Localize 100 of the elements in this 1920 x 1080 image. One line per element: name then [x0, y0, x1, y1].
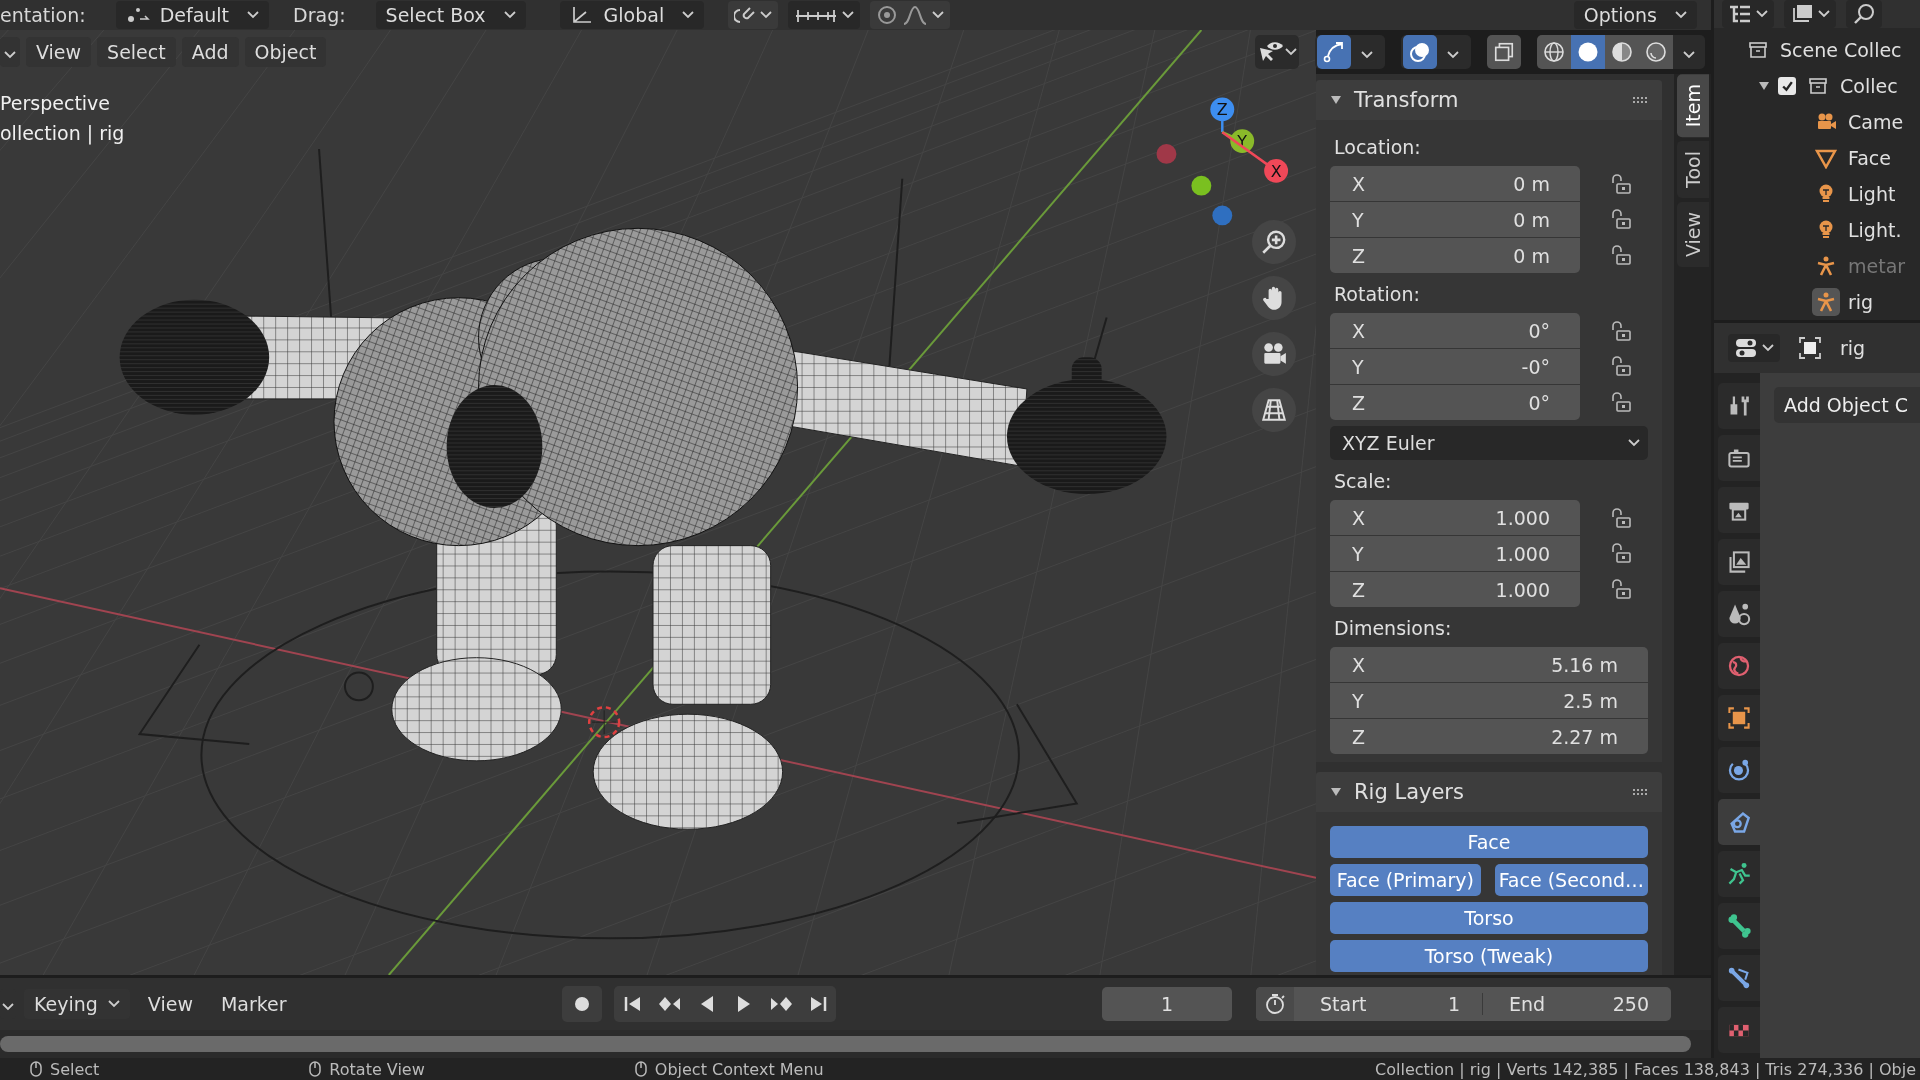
shading-mode-button[interactable] — [1639, 35, 1673, 69]
display-mode-dropdown[interactable] — [1722, 0, 1774, 28]
outliner-item[interactable]: Collec — [1840, 75, 1898, 97]
number-field[interactable]: Z 0 m — [1330, 238, 1580, 273]
axis-handle[interactable] — [1191, 175, 1212, 196]
header-menu[interactable]: Marker — [210, 989, 297, 1019]
layer-toggle-button[interactable]: Face — [1330, 826, 1648, 858]
caret-icon — [1683, 50, 1695, 59]
properties-tab[interactable] — [1718, 435, 1760, 481]
header-menu[interactable]: Select — [97, 37, 176, 67]
outliner-item[interactable]: rig — [1848, 291, 1874, 313]
number-field[interactable]: X 0° — [1330, 313, 1580, 348]
number-field[interactable]: Z 1.000 — [1330, 572, 1580, 607]
snap-target-dropdown[interactable] — [788, 1, 861, 29]
zoom-button[interactable] — [1252, 220, 1296, 264]
padlock-open-icon[interactable] — [1610, 392, 1632, 413]
properties-tab[interactable] — [1718, 539, 1760, 585]
properties-tab[interactable] — [1718, 1007, 1760, 1053]
properties-tab[interactable] — [1718, 643, 1760, 689]
visibility-dropdown[interactable] — [1255, 35, 1299, 69]
layer-toggle-button[interactable]: Torso (Tweak) — [1330, 940, 1648, 972]
properties-tab[interactable] — [1718, 487, 1760, 533]
padlock-open-icon[interactable] — [1610, 209, 1632, 230]
disclosure-triangle-icon[interactable] — [1330, 94, 1342, 106]
properties-tab[interactable] — [1718, 955, 1760, 1001]
sidebar-tab[interactable]: Item — [1676, 74, 1709, 138]
options-dropdown[interactable]: Options — [1573, 1, 1697, 29]
padlock-open-icon[interactable] — [1610, 320, 1632, 341]
editor-type-dropdown[interactable] — [0, 37, 20, 67]
number-field[interactable]: Z 0° — [1330, 385, 1580, 420]
header-menu[interactable]: Object — [244, 37, 327, 67]
overlapping-circles-icon — [1408, 40, 1432, 64]
overlay-toggle[interactable] — [1403, 35, 1437, 69]
header-menu[interactable]: View — [26, 37, 92, 67]
number-field[interactable]: X 5.16 m — [1330, 647, 1648, 682]
pan-button[interactable] — [1252, 276, 1296, 320]
number-field[interactable]: X 0 m — [1330, 166, 1580, 201]
padlock-open-icon[interactable] — [1610, 245, 1632, 266]
properties-tab[interactable] — [1718, 851, 1760, 897]
properties-tab[interactable] — [1718, 903, 1760, 949]
display-toggle-dropdown[interactable] — [1728, 334, 1780, 362]
proportional-edit-toggle[interactable] — [870, 1, 951, 29]
drag-grip-icon[interactable] — [1632, 788, 1648, 796]
layer-toggle-button[interactable]: Face (Second… — [1494, 864, 1648, 896]
sidebar-tab[interactable]: View — [1676, 202, 1709, 268]
camera-view-button[interactable] — [1252, 332, 1296, 376]
padlock-open-icon[interactable] — [1610, 356, 1632, 377]
drag-grip-icon[interactable] — [1632, 96, 1648, 104]
outliner-item[interactable]: Scene Collec — [1780, 39, 1902, 61]
gizmo-toggle[interactable] — [1317, 35, 1351, 69]
number-field[interactable]: Z 2.27 m — [1330, 719, 1648, 754]
outliner-item[interactable]: Light — [1848, 183, 1896, 205]
select-dropdown[interactable]: Default — [115, 1, 270, 29]
disclosure-triangle-icon[interactable] — [1330, 786, 1342, 798]
disclosure-triangle-icon[interactable] — [1758, 80, 1770, 92]
properties-tab[interactable] — [1718, 695, 1760, 741]
number-field[interactable]: Y 1.000 — [1330, 536, 1580, 571]
properties-tab[interactable] — [1718, 383, 1760, 429]
mouse-icon — [309, 1061, 322, 1077]
number-field[interactable]: Y 2.5 m — [1330, 683, 1648, 718]
properties-tab[interactable] — [1718, 747, 1760, 793]
padlock-open-icon[interactable] — [1610, 543, 1632, 564]
shading-mode-button[interactable] — [1571, 35, 1605, 69]
select-dropdown[interactable]: Select Box — [375, 1, 526, 29]
padlock-open-icon[interactable] — [1610, 507, 1632, 528]
caret-icon — [682, 11, 695, 19]
perspective-toggle-button[interactable] — [1252, 388, 1296, 432]
padlock-open-icon[interactable] — [1610, 173, 1632, 194]
header-menu[interactable]: Add — [181, 37, 239, 67]
axis-handle[interactable] — [1156, 144, 1177, 164]
current-frame-field[interactable]: 1 — [1102, 987, 1232, 1021]
layer-toggle-button[interactable]: Face (Primary) — [1330, 864, 1481, 896]
select-dropdown[interactable]: Global — [559, 1, 705, 29]
header-menu[interactable]: View — [137, 989, 203, 1019]
add-constraint-dropdown[interactable]: Add Object C — [1774, 387, 1920, 423]
axis-handle[interactable] — [1212, 205, 1233, 226]
record-button[interactable] — [562, 986, 603, 1022]
shading-mode-button[interactable] — [1537, 35, 1571, 69]
scrollbar[interactable] — [0, 1036, 1691, 1052]
properties-tab[interactable] — [1718, 799, 1760, 845]
number-field[interactable]: Y -0° — [1330, 349, 1580, 384]
rotation-mode-dropdown[interactable]: XYZ Euler — [1330, 426, 1648, 460]
xray-toggle[interactable] — [1487, 35, 1521, 69]
layer-toggle-button[interactable]: Torso — [1330, 902, 1648, 934]
number-field[interactable]: X 1.000 — [1330, 500, 1580, 535]
padlock-open-icon[interactable] — [1610, 579, 1632, 600]
sidebar-tab[interactable]: Tool — [1676, 141, 1709, 199]
stopwatch-icon[interactable] — [1263, 992, 1287, 1016]
number-field[interactable]: Y 0 m — [1330, 202, 1580, 237]
end-frame-field[interactable]: End 250 — [1483, 993, 1671, 1015]
outliner-item[interactable]: Light. — [1848, 219, 1902, 241]
properties-tab[interactable] — [1718, 591, 1760, 637]
start-frame-field[interactable]: Start 1 — [1294, 993, 1483, 1015]
outliner-item[interactable]: Came — [1848, 111, 1904, 133]
shading-mode-button[interactable] — [1605, 35, 1639, 69]
snap-toggle[interactable] — [728, 1, 779, 29]
search-button[interactable] — [1846, 0, 1882, 28]
checkbox[interactable] — [1778, 77, 1796, 95]
filter-dropdown[interactable] — [1784, 0, 1836, 28]
outliner-item[interactable]: Face — [1848, 147, 1891, 169]
